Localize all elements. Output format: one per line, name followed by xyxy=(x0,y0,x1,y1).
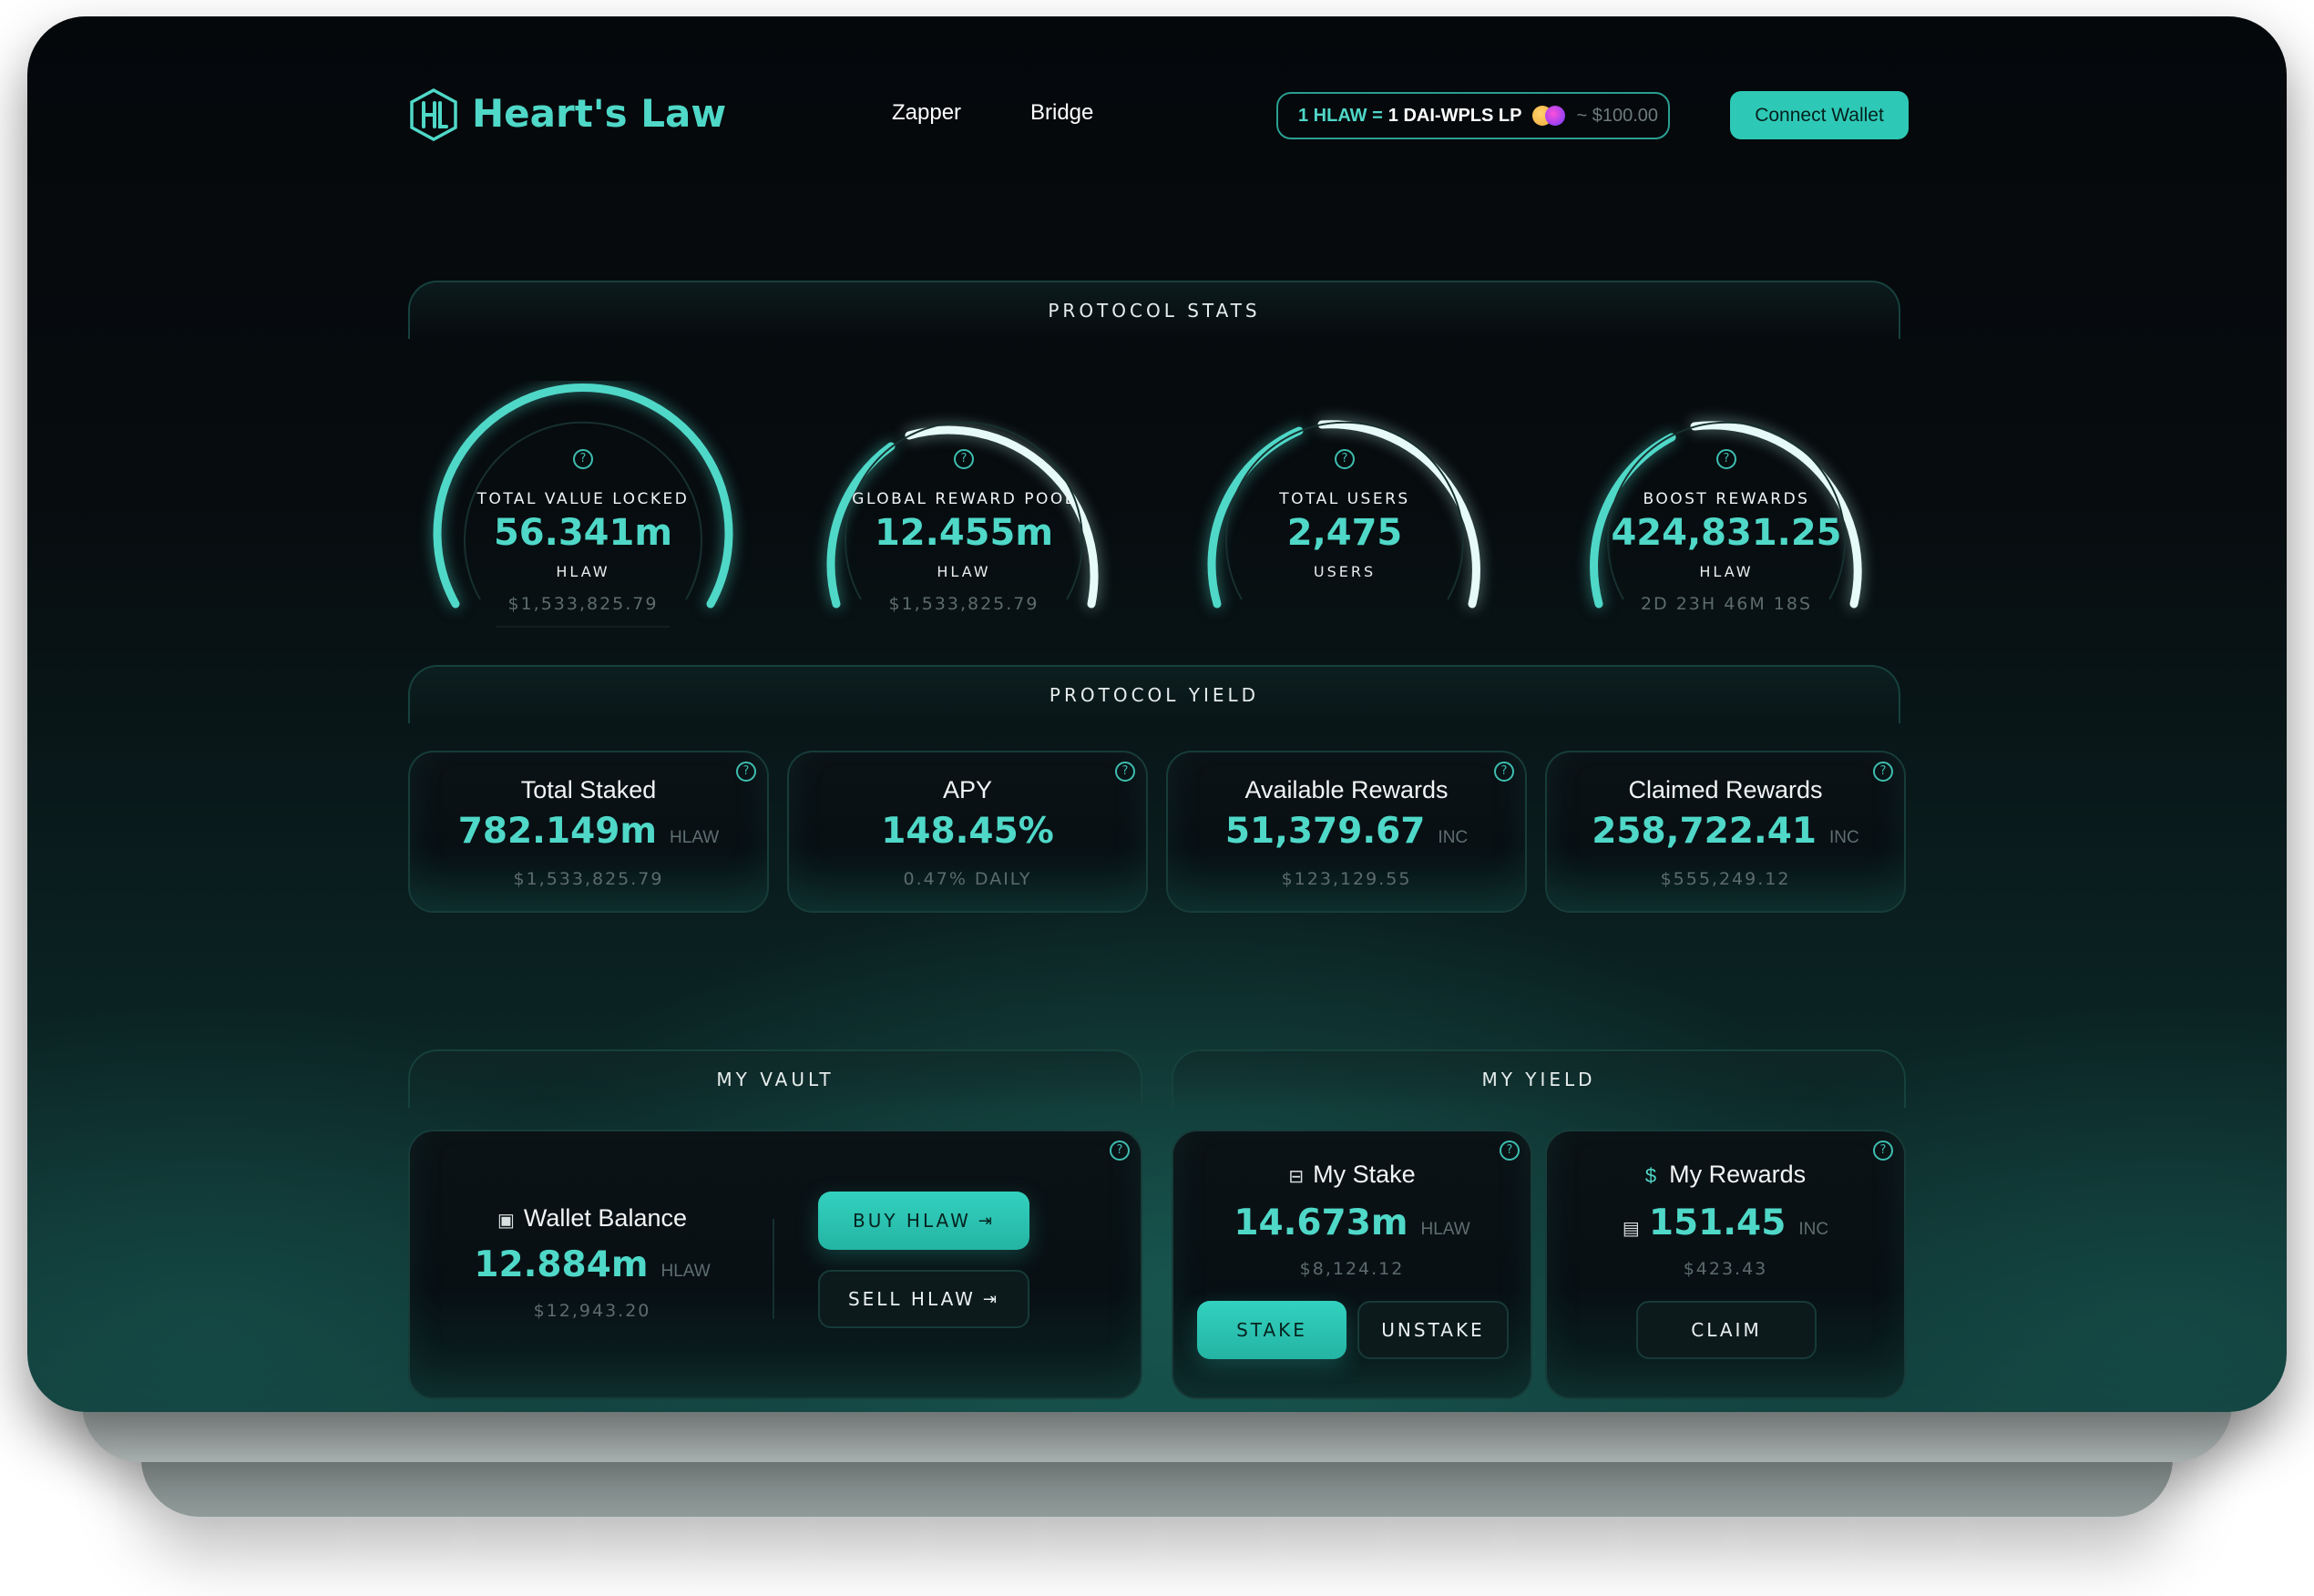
gauge-subvalue: $1,533,825.79 xyxy=(507,594,659,614)
gauge-unit: HLAW xyxy=(1699,563,1754,580)
external-link-icon: ⇥ xyxy=(978,1211,996,1231)
card-unit: HLAW xyxy=(670,828,720,847)
gauge-unit: HLAW xyxy=(937,563,991,580)
section-title: MY YIELD xyxy=(1481,1069,1596,1090)
gauge-total-users: ? TOTAL USERS 2,475 USERS xyxy=(1176,381,1513,654)
section-header-protocol-yield: PROTOCOL YIELD xyxy=(408,665,1900,723)
card-subvalue: $123,129.55 xyxy=(1281,869,1412,889)
gauge-subvalue: 2D 23H 46M 18S xyxy=(1640,594,1813,614)
my-stake-title-row: ⊟ My Stake xyxy=(1173,1161,1531,1189)
stake-button[interactable]: STAKE xyxy=(1197,1301,1346,1359)
price-lhs: 1 HLAW = xyxy=(1298,105,1383,126)
gauge-unit: HLAW xyxy=(556,563,610,580)
app-window: Heart's Law Zapper Bridge 1 HLAW = 1 DAI… xyxy=(27,16,2287,1412)
gauge-value: 424,831.25 xyxy=(1611,512,1842,554)
calculator-icon: ▤ xyxy=(1622,1217,1640,1239)
my-rewards-value: 151.45 xyxy=(1648,1202,1787,1243)
yield-card-apy: ? APY 148.45% 0.47% DAILY xyxy=(787,751,1148,913)
vault-card: ? ▣ Wallet Balance 12.884m HLAW $12,943.2… xyxy=(408,1130,1142,1399)
unstake-button[interactable]: UNSTAKE xyxy=(1357,1301,1509,1359)
yield-card-claimed-rewards: ? Claimed Rewards 258,722.41 INC $555,249… xyxy=(1545,751,1906,913)
help-icon[interactable]: ? xyxy=(954,449,974,469)
section-title: PROTOCOL STATS xyxy=(1048,300,1261,322)
my-rewards-card: ? $ My Rewards ▤ 151.45 INC $423.43 CLAIM xyxy=(1545,1130,1906,1399)
card-value: 51,379.67 xyxy=(1224,811,1426,852)
external-link-icon: ⇥ xyxy=(982,1289,1000,1309)
logo-icon[interactable] xyxy=(408,87,459,142)
card-value: 148.45% xyxy=(881,811,1054,852)
claim-button[interactable]: CLAIM xyxy=(1636,1301,1817,1359)
section-title: MY VAULT xyxy=(716,1069,834,1090)
stake-icon: ⊟ xyxy=(1288,1167,1305,1187)
help-icon[interactable]: ? xyxy=(573,449,593,469)
help-icon[interactable]: ? xyxy=(1873,1141,1893,1161)
help-icon[interactable]: ? xyxy=(1500,1141,1520,1161)
card-unit: INC xyxy=(1829,828,1859,847)
gauge-subvalue: $1,533,825.79 xyxy=(888,594,1039,614)
my-stake-card: ? ⊟ My Stake 14.673m HLAW $8,124.12 STAKE … xyxy=(1172,1130,1532,1399)
buy-hlaw-label: BUY HLAW xyxy=(852,1210,971,1232)
nav-link-zapper[interactable]: Zapper xyxy=(892,100,961,126)
my-rewards-unit: INC xyxy=(1798,1220,1829,1239)
card-title: APY xyxy=(942,776,993,803)
vault-divider xyxy=(773,1219,774,1319)
card-unit: INC xyxy=(1438,828,1469,847)
my-stake-title: My Stake xyxy=(1313,1161,1416,1188)
gauge-value: 12.455m xyxy=(874,512,1054,554)
wallet-balance-unit: HLAW xyxy=(660,1262,711,1281)
gauge-total-value-locked: ? TOTAL VALUE LOCKED 56.341m HLAW $1,533… xyxy=(415,381,752,654)
section-header-my-yield: MY YIELD xyxy=(1172,1049,1906,1108)
card-title: Available Rewards xyxy=(1244,776,1449,803)
my-stake-usd: $8,124.12 xyxy=(1299,1259,1405,1279)
gauge-global-reward-pool: ? GLOBAL REWARD POOL 12.455m HLAW $1,533… xyxy=(795,381,1132,654)
card-value: 782.149m xyxy=(457,811,658,852)
my-rewards-title-row: $ My Rewards xyxy=(1547,1161,1904,1189)
wallet-balance-title-row: ▣ Wallet Balance xyxy=(410,1204,774,1233)
card-subvalue: $555,249.12 xyxy=(1660,869,1791,889)
price-usd: ~ $100.00 xyxy=(1576,105,1658,126)
section-header-my-vault: MY VAULT xyxy=(408,1049,1142,1108)
my-rewards-title: My Rewards xyxy=(1669,1161,1807,1188)
my-stake-value: 14.673m xyxy=(1234,1202,1408,1243)
wallet-balance-usd: $12,943.20 xyxy=(533,1301,651,1321)
yield-card-available-rewards: ? Available Rewards 51,379.67 INC $123,12… xyxy=(1166,751,1527,913)
section-title: PROTOCOL YIELD xyxy=(1049,684,1260,706)
gauge-unit: USERS xyxy=(1313,563,1377,580)
nav-link-bridge[interactable]: Bridge xyxy=(1030,100,1093,126)
logo-text[interactable]: Heart's Law xyxy=(472,91,726,136)
buy-hlaw-button[interactable]: BUY HLAW ⇥ xyxy=(818,1192,1029,1250)
gauge-label: GLOBAL REWARD POOL xyxy=(852,490,1076,508)
section-header-protocol-stats: PROTOCOL STATS xyxy=(408,281,1900,339)
card-title: Claimed Rewards xyxy=(1628,776,1823,803)
price-pill: 1 HLAW = 1 DAI-WPLS LP ~ $100.00 xyxy=(1276,92,1670,139)
sell-hlaw-button[interactable]: SELL HLAW ⇥ xyxy=(818,1270,1029,1328)
my-stake-unit: HLAW xyxy=(1420,1220,1470,1239)
card-subvalue: 0.47% DAILY xyxy=(903,869,1032,889)
help-icon[interactable]: ? xyxy=(1110,1141,1130,1161)
gauge-value: 56.341m xyxy=(493,512,673,554)
dollar-icon: $ xyxy=(1644,1164,1657,1187)
card-value: 258,722.41 xyxy=(1592,811,1817,852)
sell-hlaw-label: SELL HLAW xyxy=(847,1288,976,1310)
gauge-value: 2,475 xyxy=(1286,512,1403,554)
yield-card-total-staked: ? Total Staked 782.149m HLAW $1,533,825.7… xyxy=(408,751,769,913)
gauge-label: BOOST REWARDS xyxy=(1643,490,1810,508)
connect-wallet-button[interactable]: Connect Wallet xyxy=(1730,91,1909,139)
card-title: Total Staked xyxy=(520,776,657,803)
help-icon[interactable]: ? xyxy=(1335,449,1355,469)
wallet-balance-value: 12.884m xyxy=(474,1244,649,1285)
lp-token-icon xyxy=(1532,106,1571,126)
gauge-boost-rewards: ? BOOST REWARDS 424,831.25 HLAW 2D 23H 4… xyxy=(1558,381,1895,654)
wallet-balance-row: 12.884m HLAW xyxy=(410,1244,774,1285)
gauge-label: TOTAL USERS xyxy=(1279,490,1410,508)
wallet-icon: ▣ xyxy=(497,1211,515,1231)
gauge-label: TOTAL VALUE LOCKED xyxy=(476,490,690,508)
my-rewards-usd: $423.43 xyxy=(1683,1259,1768,1279)
card-subvalue: $1,533,825.79 xyxy=(513,869,664,889)
price-rhs: 1 DAI-WPLS LP xyxy=(1387,105,1522,126)
wallet-balance-title: Wallet Balance xyxy=(523,1204,687,1232)
help-icon[interactable]: ? xyxy=(1716,449,1736,469)
